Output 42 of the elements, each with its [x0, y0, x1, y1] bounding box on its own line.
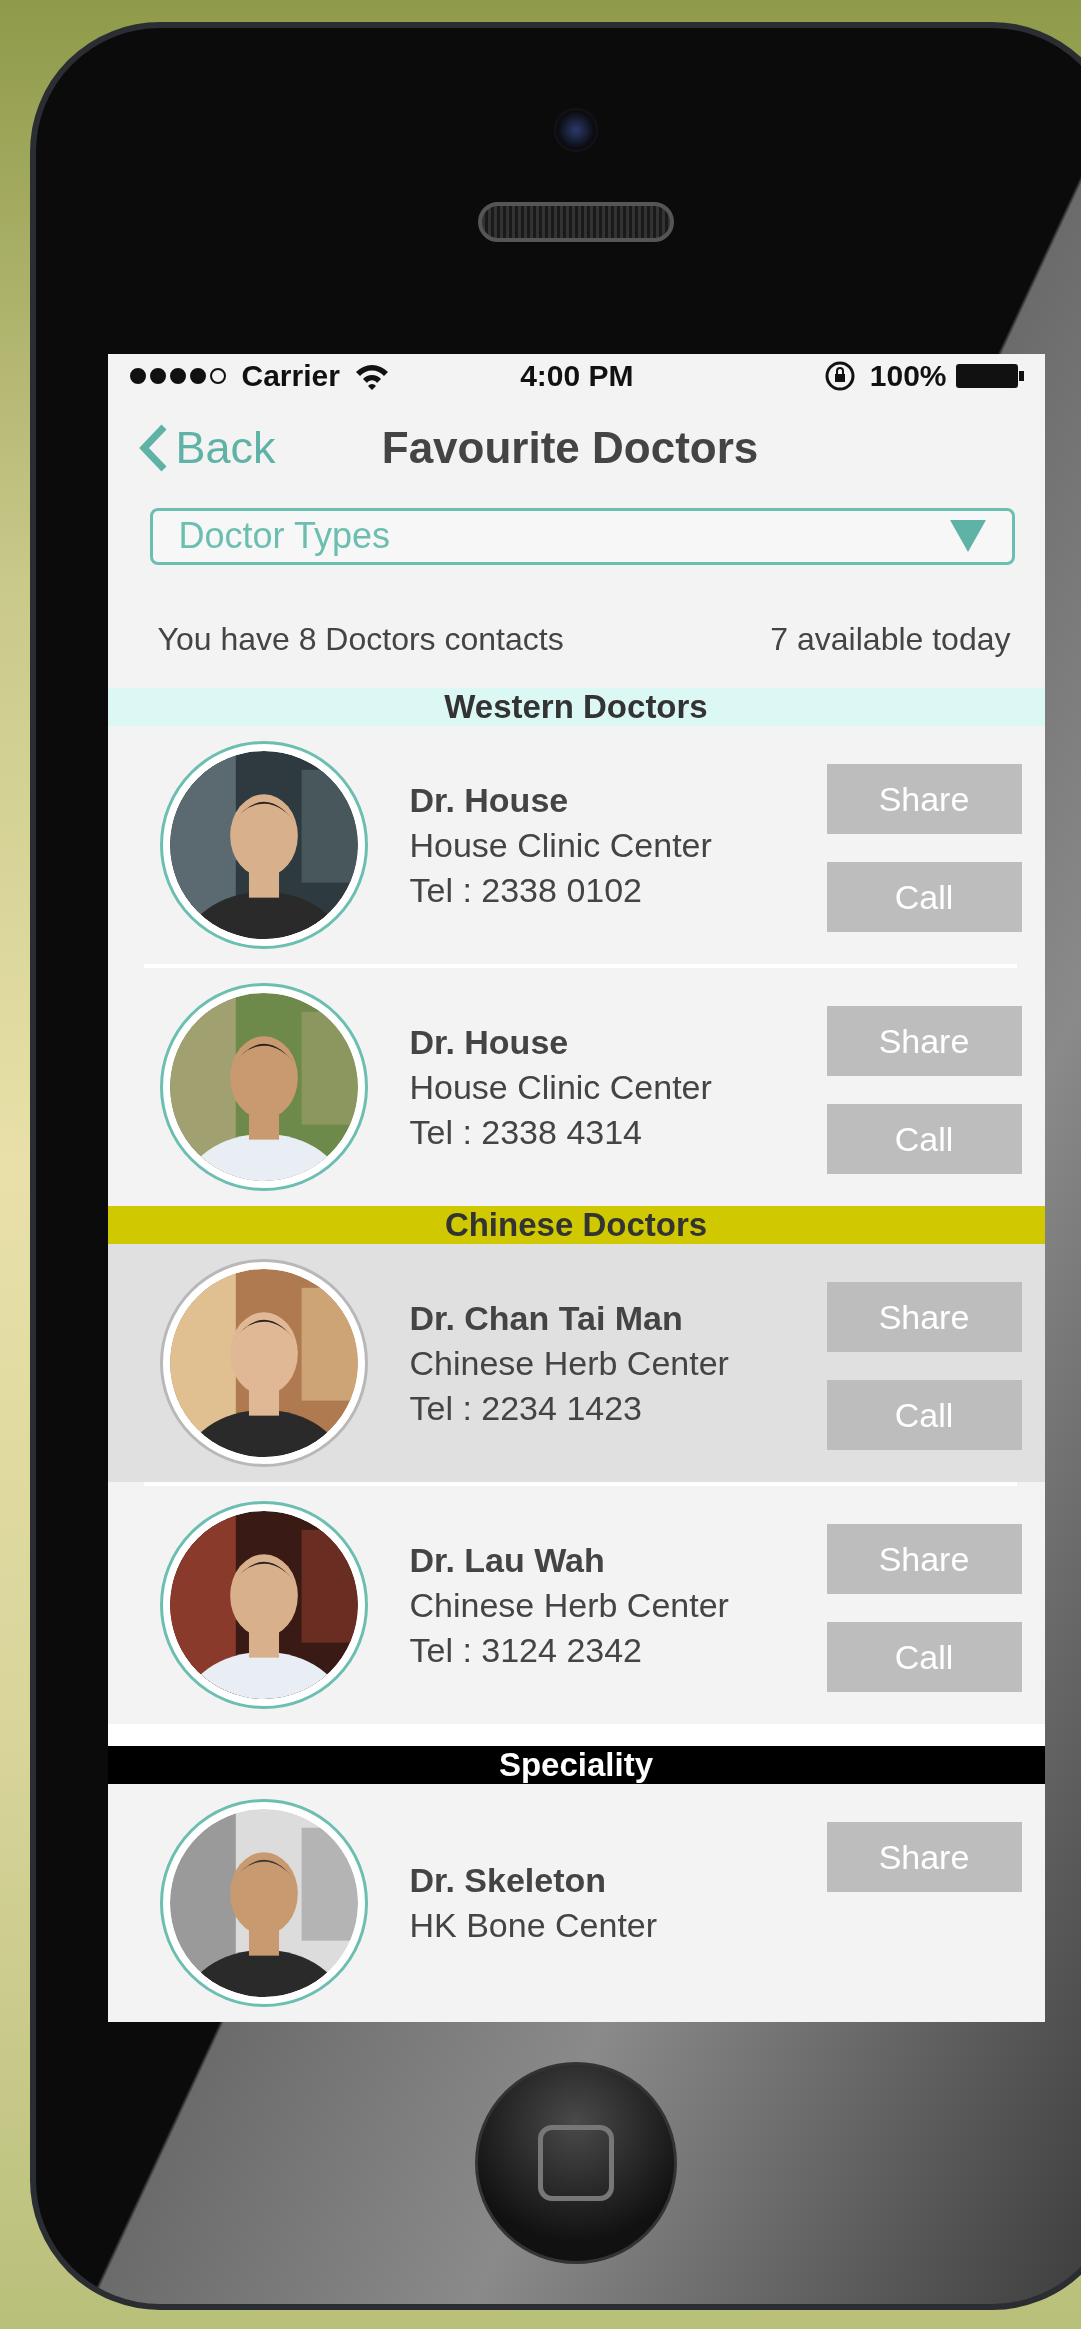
rotation-lock-icon	[823, 359, 856, 392]
chevron-left-icon	[137, 422, 168, 473]
signal-icon	[127, 365, 228, 386]
doctor-name: Dr. Chan Tai Man	[409, 1298, 684, 1338]
clinic-name: House Clinic Center	[409, 1067, 713, 1107]
share-button[interactable]: Share	[826, 1006, 1022, 1076]
phone-number: Tel : 3124 2342	[409, 1630, 644, 1670]
phone-number: Tel : 2234 1423	[409, 1388, 644, 1428]
phone-number: Tel : 2338 0102	[409, 870, 644, 910]
call-button[interactable]: Call	[826, 1622, 1022, 1692]
doctor-name: Dr. House	[409, 1022, 570, 1062]
back-button[interactable]: Back	[137, 421, 276, 474]
carrier-label: Carrier	[241, 358, 340, 393]
call-button[interactable]: Call	[826, 1380, 1022, 1450]
doctor-name: Dr. Skeleton	[409, 1861, 607, 1900]
clinic-name: Chinese Herb Center	[409, 1585, 730, 1625]
share-button[interactable]: Share	[826, 764, 1022, 834]
speaker-icon	[478, 202, 674, 242]
section-header: Western Doctors	[107, 688, 1045, 726]
battery-icon	[954, 361, 1025, 390]
clinic-name: House Clinic Center	[409, 825, 713, 865]
time-label: 4:00 PM	[519, 358, 635, 393]
share-button[interactable]: Share	[826, 1822, 1022, 1892]
call-button[interactable]: Call	[826, 862, 1022, 932]
contacts-count: You have 8 Doctors contacts	[157, 621, 564, 658]
call-button[interactable]: Call	[826, 1104, 1022, 1174]
clinic-name: Chinese Herb Center	[409, 1343, 730, 1383]
share-button[interactable]: Share	[826, 1524, 1022, 1594]
share-button[interactable]: Share	[826, 1282, 1022, 1352]
doctor-name: Dr. Lau Wah	[409, 1540, 606, 1580]
doctor-name: Dr. House	[409, 780, 570, 820]
doctor-row[interactable]: Dr. Chan Tai Man Chinese Herb Center Tel : 2234 1423 Share Call	[107, 1244, 1045, 1482]
screen-title: Favourite Doctors	[380, 422, 760, 473]
phone-number: Tel : 2338 4314	[409, 1112, 644, 1152]
available-count: 7 available today	[770, 621, 1011, 658]
doctor-type-dropdown[interactable]: Doctor Types	[149, 507, 1015, 565]
section-header: Speciality	[107, 1746, 1045, 1784]
triangle-down-icon	[949, 520, 986, 553]
clinic-name: HK Bone Center	[409, 1906, 659, 1945]
camera-icon	[554, 108, 598, 152]
section-header: Chinese Doctors	[107, 1206, 1045, 1244]
battery-percent: 100%	[869, 358, 947, 393]
